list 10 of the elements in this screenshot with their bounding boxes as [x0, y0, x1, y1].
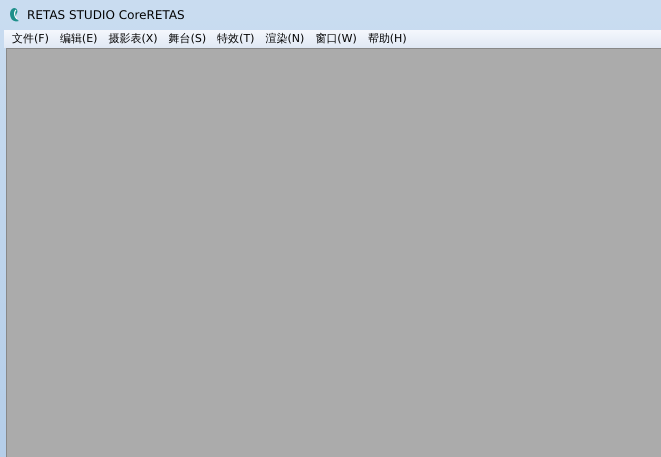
app-logo-icon [8, 7, 21, 23]
menu-item[interactable]: 编辑(E) [56, 30, 104, 48]
menu-item[interactable]: 帮助(H) [364, 30, 414, 48]
menu-item[interactable]: 文件(F) [8, 30, 56, 48]
menu-item[interactable]: 摄影表(X) [104, 30, 165, 48]
menu-item[interactable]: 渲染(N) [261, 30, 312, 48]
menu-item[interactable]: 窗口(W) [311, 30, 364, 48]
menu-item[interactable]: 舞台(S) [164, 30, 214, 48]
menu-item[interactable]: 特效(T) [213, 30, 262, 48]
window-title: RETAS STUDIO CoreRETAS [27, 8, 185, 22]
